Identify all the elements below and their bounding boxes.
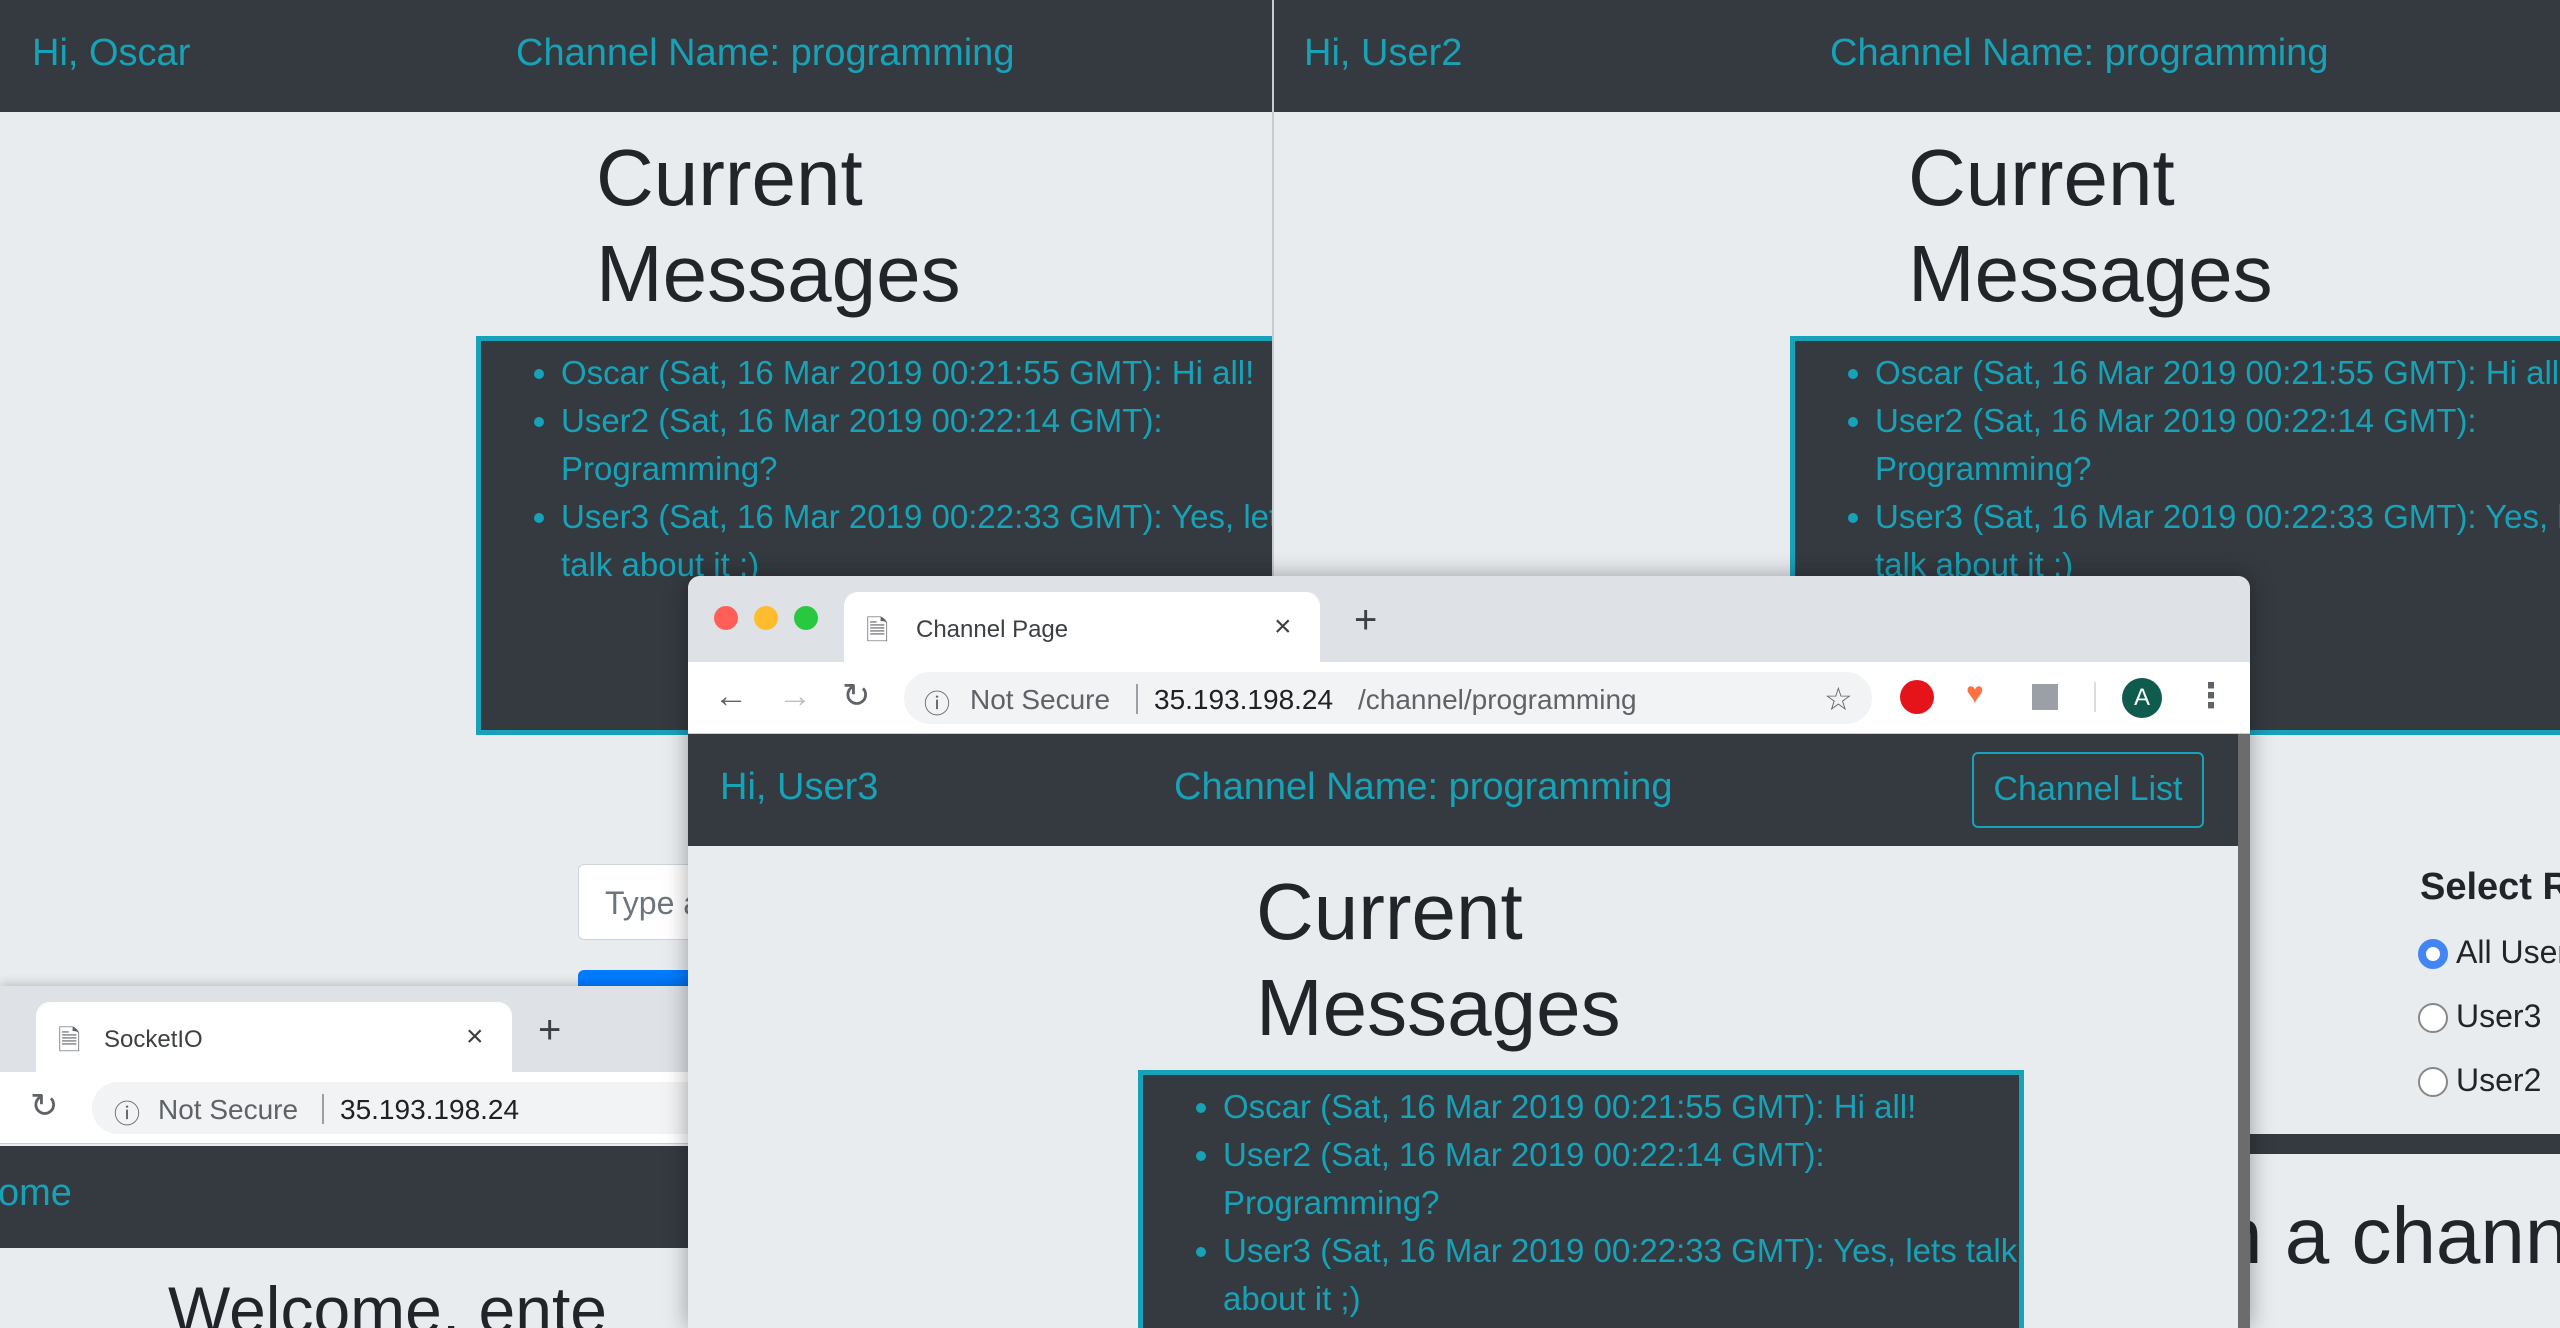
list-item: Oscar (Sat, 16 Mar 2019 00:21:55 GMT): H…: [1875, 349, 2560, 397]
url-text: 35.193.198.24: [340, 1094, 520, 1125]
divider: [322, 1094, 324, 1124]
close-window-icon[interactable]: [714, 606, 738, 630]
list-item: User2 (Sat, 16 Mar 2019 00:22:14 GMT): P…: [1223, 1131, 1883, 1227]
not-secure-label: Not Secure: [158, 1094, 299, 1125]
adblock-icon[interactable]: [1900, 680, 1934, 714]
list-item: User2 (Sat, 16 Mar 2019 00:22:14 GMT): P…: [561, 397, 1181, 493]
menu-icon[interactable]: ⋮: [2194, 676, 2228, 716]
navbar: Hi, User3 Channel Name: programming Chan…: [688, 734, 2238, 846]
tab-strip: 🗎 Channel Page × +: [688, 576, 2250, 662]
new-tab-icon[interactable]: +: [1354, 598, 1377, 643]
navbar: Hi, User2 Channel Name: programming: [1274, 0, 2560, 112]
minimize-window-icon[interactable]: [754, 606, 778, 630]
radio-label: All User: [2456, 934, 2560, 970]
list-item: User3 (Sat, 16 Mar 2019 00:22:33 GMT): Y…: [1875, 493, 2560, 589]
url-path: /channel/programming: [1358, 684, 1637, 715]
list-item: User3 (Sat, 16 Mar 2019 00:22:33 GMT): Y…: [561, 493, 1272, 589]
address-bar[interactable]: ⓘ Not Secure 35.193.198.24: [92, 1082, 700, 1134]
tab-socketio[interactable]: 🗎 SocketIO ×: [36, 1002, 512, 1072]
close-icon[interactable]: ×: [1274, 610, 1292, 644]
channel-name: Channel Name: programming: [1830, 32, 2329, 74]
welcome-heading: Welcome, ente: [168, 1273, 607, 1328]
list-item: User2 (Sat, 16 Mar 2019 00:22:14 GMT): P…: [1875, 397, 2495, 493]
heart-extension-icon[interactable]: ♥: [1966, 674, 1984, 714]
divider: [2094, 682, 2096, 712]
reload-icon[interactable]: ↻: [30, 1086, 59, 1126]
message-list: Oscar (Sat, 16 Mar 2019 00:21:55 GMT): H…: [1138, 1070, 2024, 1328]
input-placeholder: Type a: [605, 885, 702, 921]
radio-label: User2: [2456, 1062, 2542, 1098]
reload-icon[interactable]: ↻: [842, 676, 871, 716]
select-recipient-label: Select R: [2420, 866, 2560, 908]
url-host: 35.193.198.24: [1154, 684, 1334, 715]
home-link[interactable]: ome: [0, 1172, 72, 1215]
channel-name: Channel Name: programming: [516, 32, 1015, 74]
page-icon: 🗎: [58, 1025, 81, 1056]
page-icon: 🗎: [866, 615, 889, 646]
not-secure-label: Not Secure: [970, 684, 1111, 715]
greeting: Hi, User3: [720, 766, 879, 808]
close-icon[interactable]: ×: [466, 1020, 484, 1054]
star-icon[interactable]: ☆: [1824, 680, 1853, 718]
radio-all-users[interactable]: [2418, 939, 2448, 969]
tab-title: Channel Page: [916, 616, 1069, 643]
page-title: Current Messages: [1256, 867, 1621, 1052]
forward-icon[interactable]: →: [778, 676, 812, 716]
list-item: Oscar (Sat, 16 Mar 2019 00:21:55 GMT): H…: [561, 349, 1272, 397]
channel-list-button[interactable]: Channel List: [1972, 752, 2204, 828]
tab-strip: 🗎 SocketIO × +: [0, 986, 700, 1072]
radio-user2[interactable]: [2418, 1067, 2448, 1097]
list-item: User3 (Sat, 16 Mar 2019 00:22:33 GMT): Y…: [1223, 1227, 2023, 1323]
greeting: Hi, User2: [1304, 32, 1463, 74]
radio-user3[interactable]: [2418, 1003, 2448, 1033]
toolbar: ↻ ⓘ Not Secure 35.193.198.24: [0, 1072, 700, 1144]
divider: [1136, 684, 1138, 714]
maximize-window-icon[interactable]: [794, 606, 818, 630]
browser-window-user3: 🗎 Channel Page × + ← → ↻ ⓘ Not Secure 35…: [688, 576, 2250, 1328]
tab-channel-page[interactable]: 🗎 Channel Page ×: [844, 592, 1320, 662]
partial-heading: n a chann: [2218, 1191, 2560, 1280]
box-extension-icon[interactable]: [2032, 684, 2058, 710]
list-item: Oscar (Sat, 16 Mar 2019 00:21:55 GMT): H…: [1223, 1083, 1963, 1131]
toolbar: ← → ↻ ⓘ Not Secure 35.193.198.24 /channe…: [688, 662, 2250, 734]
greeting: Hi, Oscar: [32, 32, 191, 74]
page-title: Current Messages: [1908, 133, 2273, 318]
info-icon: ⓘ: [114, 1099, 141, 1129]
tab-title: SocketIO: [104, 1026, 203, 1053]
address-bar[interactable]: ⓘ Not Secure 35.193.198.24 /channel/prog…: [904, 672, 1872, 724]
new-tab-icon[interactable]: +: [538, 1008, 561, 1053]
back-icon[interactable]: ←: [714, 676, 748, 716]
navbar: Hi, Oscar Channel Name: programming: [0, 0, 1272, 112]
info-icon: ⓘ: [924, 689, 951, 719]
channel-name: Channel Name: programming: [1174, 766, 1673, 808]
browser-window-socketio: 🗎 SocketIO × + ↻ ⓘ Not Secure 35.193.198…: [0, 986, 700, 1328]
scrollbar[interactable]: [2238, 734, 2250, 1328]
navbar: ome: [0, 1146, 700, 1248]
avatar[interactable]: A: [2122, 678, 2162, 718]
radio-label: User3: [2456, 998, 2542, 1034]
page-title: Current Messages: [596, 133, 961, 318]
